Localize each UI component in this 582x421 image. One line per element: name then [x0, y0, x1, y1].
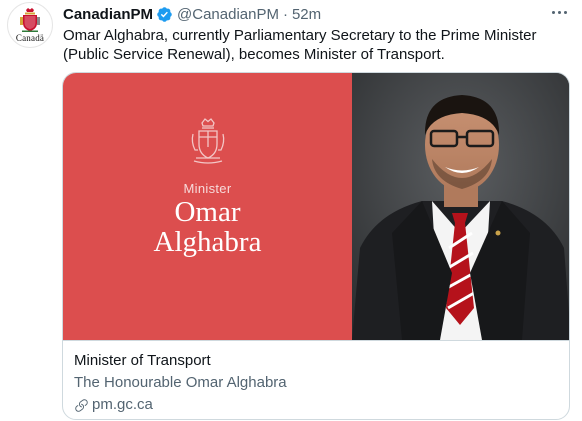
link-card[interactable]: Minister Omar Alghabra Minister of Trans…	[62, 72, 570, 420]
timestamp[interactable]: 52m	[292, 6, 321, 23]
card-name-line2: Alghabra	[153, 226, 262, 258]
card-image[interactable]: Minister Omar Alghabra	[63, 73, 569, 340]
card-body[interactable]: Minister of Transport The Honourable Oma…	[63, 340, 569, 419]
separator-dot: ·	[282, 5, 288, 23]
link-icon	[75, 398, 88, 412]
card-description: The Honourable Omar Alghabra	[74, 374, 287, 391]
verified-badge-icon	[157, 6, 172, 22]
display-name[interactable]: CanadianPM	[63, 6, 153, 23]
tweet[interactable]: Canadä CanadianPM @CanadianPM · 52m Omar…	[0, 0, 582, 421]
card-minister-name: Omar Alghabra	[88, 197, 328, 257]
tweet-text: Omar Alghabra, currently Parliamentary S…	[63, 27, 537, 63]
card-title[interactable]: Minister of Transport	[74, 351, 560, 371]
card-minister-label: Minister	[183, 181, 232, 196]
coat-of-arms-icon	[191, 118, 224, 164]
avatar[interactable]: Canadä	[7, 2, 53, 48]
card-domain-text[interactable]: pm.gc.ca	[92, 395, 153, 415]
coat-of-arms-icon	[20, 8, 40, 32]
card-red-panel: Minister Omar Alghabra	[63, 73, 352, 340]
more-options-icon[interactable]	[544, 2, 574, 22]
card-name-line1: Omar	[174, 196, 241, 228]
handle[interactable]: @CanadianPM	[177, 6, 279, 23]
card-domain[interactable]: pm.gc.ca	[74, 395, 560, 415]
canada-wordmark: Canadä	[15, 33, 45, 43]
minister-photo	[352, 73, 569, 340]
tweet-header: CanadianPM @CanadianPM · 52m	[63, 4, 321, 24]
